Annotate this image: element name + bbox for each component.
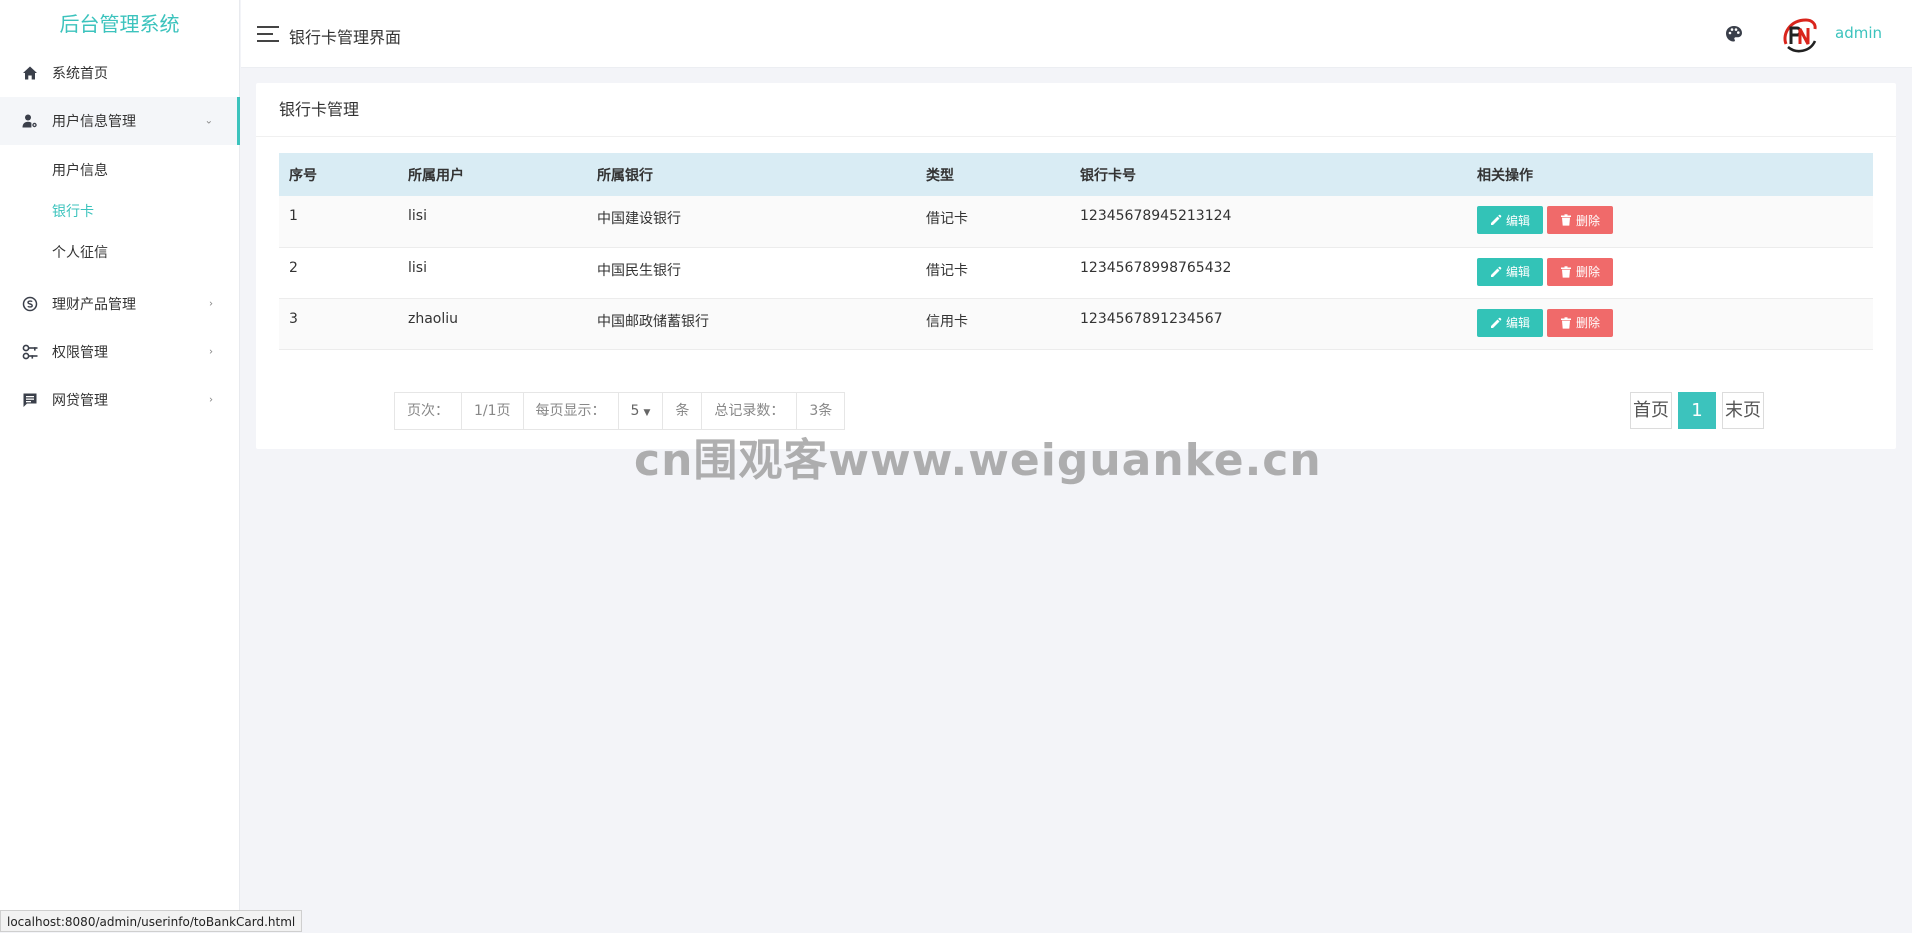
submenu-item-credit[interactable]: 个人征信 [0,233,239,274]
edit-button[interactable]: 编辑 [1477,257,1544,286]
delete-button-label: 删除 [1576,265,1601,279]
table-header-row: 序号 所属用户 所属银行 类型 银行卡号 相关操作 [279,153,1873,196]
sidebar-item-user-management[interactable]: 用户信息管理 ⌄ [0,97,240,145]
home-icon [22,65,38,81]
trash-icon [1561,265,1572,278]
submenu-item-bank-card[interactable]: 银行卡 [0,192,239,233]
first-page-button[interactable]: 首页 [1630,392,1672,429]
per-page-label: 每页显示： [524,393,619,429]
pagination-controls: 首页 1 末页 [1630,392,1764,429]
sidebar-item-label: 系统首页 [52,66,108,82]
message-icon [22,392,38,408]
last-page-button[interactable]: 末页 [1722,392,1764,429]
top-header: 银行卡管理界面 admin [241,0,1912,68]
submenu-user-management: 用户信息 银行卡 个人征信 [0,145,239,280]
coin-icon [22,296,38,312]
sidebar-item-finance[interactable]: 理财产品管理 › [0,280,239,328]
cell-actions: 编辑 删除 [1467,298,1873,350]
page-value: 1/1页 [462,393,524,429]
cell-card-number: 1234567891234567 [1070,298,1467,350]
delete-button[interactable]: 删除 [1547,206,1614,234]
trash-icon [1561,316,1572,329]
cell-index: 1 [279,196,398,248]
watermark: cn围观客www.weiguanke.cn [634,435,1322,486]
cell-actions: 编辑 删除 [1467,196,1873,248]
sidebar-item-home[interactable]: 系统首页 [0,49,239,97]
column-header-user: 所属用户 [408,167,464,184]
browser-status-url: localhost:8080/admin/userinfo/toBankCard… [0,910,303,932]
user-cog-icon [22,113,38,129]
sidebar-item-label: 网贷管理 [52,393,108,409]
brand-title: 后台管理系统 [59,12,180,36]
edit-button-label: 编辑 [1506,213,1531,228]
chevron-right-icon: › [209,394,213,406]
page-title: 银行卡管理界面 [289,28,402,47]
cell-user: lisi [398,247,587,299]
chevron-right-icon: › [209,346,213,358]
cell-type: 借记卡 [916,196,1070,248]
delete-button-label: 删除 [1576,316,1601,330]
column-header-bank: 所属银行 [597,167,653,184]
cell-index: 2 [279,247,398,299]
sidebar-item-permission[interactable]: 权限管理 › [0,328,239,376]
delete-button[interactable]: 删除 [1547,308,1614,337]
cell-bank: 中国建设银行 [587,196,916,248]
submenu-item-user-info[interactable]: 用户信息 [0,151,239,192]
caret-down-icon: ▼ [643,408,651,418]
cell-type: 信用卡 [916,298,1070,350]
sidebar: 后台管理系统 系统首页 用户信息管理 ⌄ 用户信息 银行卡 个人征信 理财产品管… [0,0,240,932]
edit-button[interactable]: 编辑 [1477,308,1544,337]
cell-user: zhaoliu [398,298,587,350]
palette-icon[interactable] [1724,24,1744,44]
column-header-index: 序号 [289,167,317,184]
cell-bank: 中国邮政储蓄银行 [587,298,916,350]
bank-card-panel: 银行卡管理 序号 所属用户 所属银行 类型 银行卡号 相关操作 1 lisi 中… [256,83,1896,449]
per-page-value: 5 [630,403,640,419]
chevron-right-icon: › [209,298,213,310]
column-header-card-number: 银行卡号 [1080,167,1136,184]
pencil-icon [1491,214,1502,225]
menu-toggle-icon[interactable] [257,26,279,42]
bank-card-table: 序号 所属用户 所属银行 类型 银行卡号 相关操作 1 lisi 中国建设银行 … [279,153,1873,350]
avatar[interactable] [1778,14,1820,56]
delete-button[interactable]: 删除 [1547,257,1614,286]
table-row: 3 zhaoliu 中国邮政储蓄银行 信用卡 1234567891234567 … [279,298,1873,350]
pencil-icon [1491,317,1502,328]
panel-title: 银行卡管理 [256,83,1896,137]
table-row: 1 lisi 中国建设银行 借记卡 12345678945213124 编辑 删… [279,196,1873,248]
edit-button-label: 编辑 [1506,265,1531,279]
cell-card-number: 12345678945213124 [1070,196,1467,248]
pencil-icon [1491,266,1502,277]
page-1-button[interactable]: 1 [1678,392,1716,429]
sidebar-item-label: 权限管理 [52,345,108,361]
edit-button[interactable]: 编辑 [1477,206,1544,234]
key-icon [22,344,38,360]
sidebar-item-label: 用户信息管理 [52,114,136,130]
sidebar-item-label: 理财产品管理 [52,297,136,313]
column-header-actions: 相关操作 [1477,167,1533,184]
trash-icon [1561,214,1572,226]
cell-card-number: 12345678998765432 [1070,247,1467,299]
cell-user: lisi [398,196,587,248]
user-menu[interactable]: admin [1835,24,1882,42]
cell-actions: 编辑 删除 [1467,247,1873,299]
cell-type: 借记卡 [916,247,1070,299]
delete-button-label: 删除 [1576,213,1601,228]
column-header-type: 类型 [926,167,954,184]
chevron-down-icon: ⌄ [204,115,213,127]
table-row: 2 lisi 中国民生银行 借记卡 12345678998765432 编辑 删… [279,247,1873,299]
cell-index: 3 [279,298,398,350]
page-label: 页次： [395,393,462,429]
cell-bank: 中国民生银行 [587,247,916,299]
sidebar-item-loan[interactable]: 网贷管理 › [0,376,239,424]
edit-button-label: 编辑 [1506,316,1531,330]
